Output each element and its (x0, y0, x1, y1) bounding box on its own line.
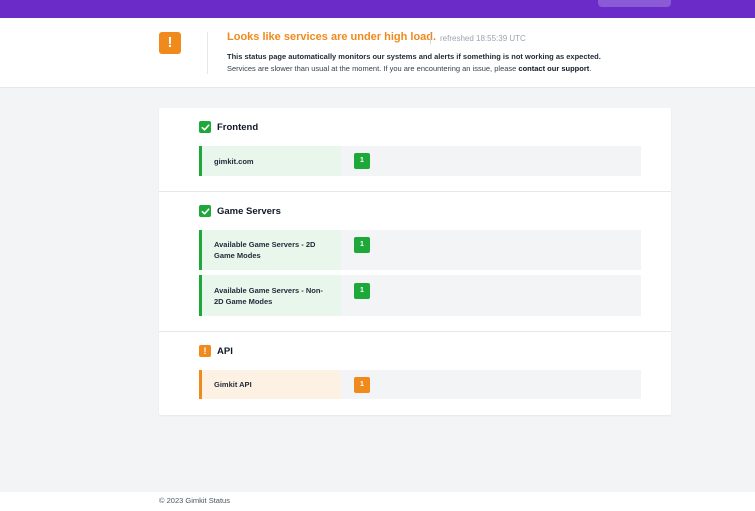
exclamation-icon: ! (199, 345, 211, 357)
group-title: API (217, 345, 233, 357)
group-header-game-servers: Game Servers (199, 205, 281, 217)
divider (430, 32, 431, 44)
footer: © 2023 Gimkit Status (0, 492, 755, 511)
alert-message-text: Services are slower than usual at the mo… (227, 64, 519, 73)
group-title: Game Servers (217, 205, 281, 217)
service-row-game-servers-non-2d[interactable]: Available Game Servers - Non-2D Game Mod… (199, 275, 641, 316)
alert-message: Services are slower than usual at the mo… (227, 64, 591, 73)
alert-description: This status page automatically monitors … (227, 52, 601, 61)
alert-message-end: . (589, 64, 592, 73)
group-title: Frontend (217, 121, 259, 133)
group-header-api: ! API (199, 345, 233, 357)
divider (207, 32, 208, 74)
service-row-gimkit-com[interactable]: gimkit.com 1 (199, 146, 641, 176)
nav-button[interactable] (598, 0, 671, 7)
check-icon (199, 121, 211, 133)
status-badge: 1 (354, 153, 370, 169)
status-badge: 1 (354, 283, 370, 299)
top-nav-bar (0, 0, 755, 18)
exclamation-icon: ! (159, 32, 181, 54)
service-row-game-servers-2d[interactable]: Available Game Servers - 2D Game Modes 1 (199, 230, 641, 270)
status-badge: 1 (354, 237, 370, 253)
status-badge: 1 (354, 377, 370, 393)
service-label: Available Game Servers - 2D Game Modes (199, 230, 341, 270)
section-divider (159, 331, 671, 332)
status-card: Frontend gimkit.com 1 Game Servers Avail… (159, 108, 671, 415)
check-icon (199, 205, 211, 217)
section-divider (159, 191, 671, 192)
service-label: Available Game Servers - Non-2D Game Mod… (199, 275, 341, 316)
contact-support-link[interactable]: contact our support (518, 64, 589, 73)
status-alert-banner: ! Looks like services are under high loa… (0, 18, 755, 88)
service-label: Gimkit API (199, 370, 341, 399)
alert-title: Looks like services are under high load. (227, 31, 437, 43)
group-header-frontend: Frontend (199, 121, 258, 133)
service-row-gimkit-api[interactable]: Gimkit API 1 (199, 370, 641, 399)
refreshed-timestamp: refreshed 18:55:39 UTC (440, 34, 526, 43)
service-label: gimkit.com (199, 146, 341, 176)
copyright-text: © 2023 Gimkit Status (159, 496, 230, 505)
